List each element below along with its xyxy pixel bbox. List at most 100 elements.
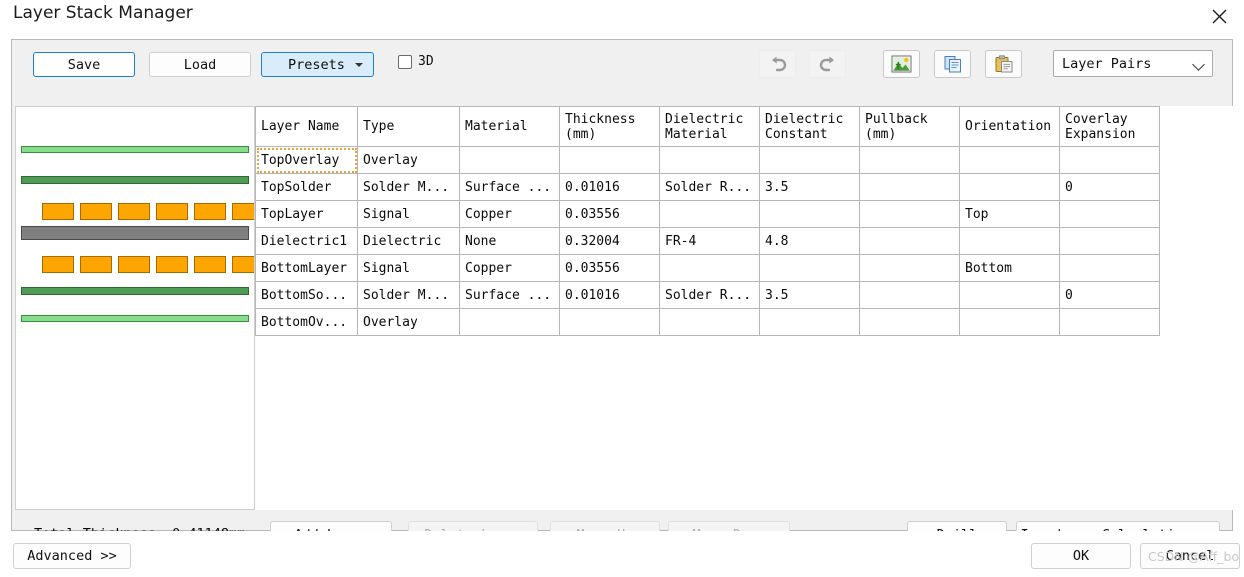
- close-icon[interactable]: [1200, 2, 1238, 30]
- cell-pullback[interactable]: [859, 200, 960, 228]
- ok-button[interactable]: OK: [1031, 543, 1131, 569]
- cell-coverlay-expansion[interactable]: 0: [1059, 173, 1160, 201]
- cell-thickness[interactable]: 0.01016: [559, 281, 660, 309]
- cell-layer-name[interactable]: TopLayer: [255, 200, 358, 228]
- paste-button[interactable]: [985, 50, 1022, 78]
- cell-pullback[interactable]: [859, 173, 960, 201]
- preview-pad-bottom: [156, 256, 188, 273]
- redo-button[interactable]: [809, 50, 846, 78]
- cell-layer-name[interactable]: Dielectric1: [255, 227, 358, 255]
- undo-button[interactable]: [759, 50, 796, 78]
- col-header-layer-name[interactable]: Layer Name: [255, 106, 358, 147]
- cell-layer-name[interactable]: TopSolder: [255, 173, 358, 201]
- table-row[interactable]: TopLayer Signal Copper 0.03556 Top: [255, 200, 1160, 228]
- cell-coverlay-expansion[interactable]: [1059, 200, 1160, 228]
- cell-dielectric-constant[interactable]: [759, 254, 860, 282]
- view-mode-dropdown[interactable]: Layer Pairs: [1053, 50, 1213, 77]
- cell-coverlay-expansion[interactable]: [1059, 254, 1160, 282]
- table-row[interactable]: TopSolder Solder M... Surface ... 0.0101…: [255, 173, 1160, 201]
- cell-material[interactable]: [459, 146, 560, 174]
- preview-pad-top: [232, 203, 254, 220]
- col-header-pullback[interactable]: Pullback (mm): [859, 106, 960, 147]
- cell-dielectric-material[interactable]: Solder R...: [659, 173, 760, 201]
- cell-orientation[interactable]: [959, 227, 1060, 255]
- table-row[interactable]: BottomSo... Solder M... Surface ... 0.01…: [255, 281, 1160, 309]
- cell-orientation[interactable]: [959, 173, 1060, 201]
- layer-stack-table[interactable]: Layer Name Type Material Thickness (mm) …: [255, 106, 1160, 336]
- table-row[interactable]: Dielectric1 Dielectric None 0.32004 FR-4…: [255, 227, 1160, 255]
- col-header-orientation[interactable]: Orientation: [959, 106, 1060, 147]
- cell-layer-name[interactable]: TopOverlay: [255, 146, 358, 174]
- cell-dielectric-constant[interactable]: 4.8: [759, 227, 860, 255]
- col-header-dielectric-material[interactable]: Dielectric Material: [659, 106, 760, 147]
- cell-pullback[interactable]: [859, 308, 960, 336]
- col-header-material[interactable]: Material: [459, 106, 560, 147]
- cell-orientation[interactable]: Bottom: [959, 254, 1060, 282]
- cell-thickness[interactable]: 0.03556: [559, 200, 660, 228]
- cell-dielectric-material[interactable]: [659, 146, 760, 174]
- cell-thickness[interactable]: 0.01016: [559, 173, 660, 201]
- cell-type[interactable]: Dielectric: [357, 227, 460, 255]
- presets-button[interactable]: Presets: [261, 52, 374, 77]
- cell-pullback[interactable]: [859, 227, 960, 255]
- table-row[interactable]: BottomOv... Overlay: [255, 308, 1160, 336]
- col-header-type[interactable]: Type: [357, 106, 460, 147]
- cell-thickness[interactable]: [559, 146, 660, 174]
- cell-dielectric-constant[interactable]: [759, 146, 860, 174]
- advanced-button[interactable]: Advanced >>: [13, 543, 131, 569]
- col-header-coverlay-expansion[interactable]: Coverlay Expansion: [1059, 106, 1160, 147]
- load-button[interactable]: Load: [149, 52, 251, 77]
- cell-orientation[interactable]: Top: [959, 200, 1060, 228]
- image-button[interactable]: [883, 50, 920, 78]
- cell-layer-name[interactable]: BottomSo...: [255, 281, 358, 309]
- cell-material[interactable]: [459, 308, 560, 336]
- cell-coverlay-expansion[interactable]: [1059, 146, 1160, 174]
- cell-thickness[interactable]: 0.03556: [559, 254, 660, 282]
- cell-dielectric-material[interactable]: [659, 200, 760, 228]
- 3d-checkbox[interactable]: 3D: [398, 54, 434, 69]
- cell-type[interactable]: Signal: [357, 200, 460, 228]
- cancel-button[interactable]: Cancel: [1140, 543, 1240, 569]
- cell-type[interactable]: Solder M...: [357, 281, 460, 309]
- cell-pullback[interactable]: [859, 281, 960, 309]
- cell-pullback[interactable]: [859, 254, 960, 282]
- save-button[interactable]: Save: [33, 52, 135, 77]
- cell-type[interactable]: Overlay: [357, 146, 460, 174]
- cell-coverlay-expansion[interactable]: [1059, 227, 1160, 255]
- stackup-preview[interactable]: [15, 106, 255, 510]
- cell-dielectric-constant[interactable]: [759, 200, 860, 228]
- cell-layer-name[interactable]: BottomOv...: [255, 308, 358, 336]
- cell-dielectric-material[interactable]: [659, 254, 760, 282]
- cell-thickness[interactable]: [559, 308, 660, 336]
- cell-type[interactable]: Overlay: [357, 308, 460, 336]
- cell-dielectric-constant[interactable]: 3.5: [759, 173, 860, 201]
- cell-type[interactable]: Signal: [357, 254, 460, 282]
- table-header-row: Layer Name Type Material Thickness (mm) …: [255, 106, 1160, 147]
- cell-dielectric-material[interactable]: FR-4: [659, 227, 760, 255]
- 3d-checkbox-label: 3D: [418, 54, 434, 69]
- cell-material[interactable]: None: [459, 227, 560, 255]
- cell-dielectric-constant[interactable]: [759, 308, 860, 336]
- cell-material[interactable]: Surface ...: [459, 173, 560, 201]
- col-header-dielectric-constant[interactable]: Dielectric Constant: [759, 106, 860, 147]
- cell-dielectric-material[interactable]: [659, 308, 760, 336]
- cell-dielectric-constant[interactable]: 3.5: [759, 281, 860, 309]
- cell-type[interactable]: Solder M...: [357, 173, 460, 201]
- table-row[interactable]: TopOverlay Overlay: [255, 146, 1160, 174]
- cell-thickness[interactable]: 0.32004: [559, 227, 660, 255]
- cell-coverlay-expansion[interactable]: 0: [1059, 281, 1160, 309]
- cell-material[interactable]: Surface ...: [459, 281, 560, 309]
- cell-orientation[interactable]: [959, 308, 1060, 336]
- copy-button[interactable]: [934, 50, 971, 78]
- cell-orientation[interactable]: [959, 281, 1060, 309]
- cell-coverlay-expansion[interactable]: [1059, 308, 1160, 336]
- cell-material[interactable]: Copper: [459, 200, 560, 228]
- cell-dielectric-material[interactable]: Solder R...: [659, 281, 760, 309]
- cell-orientation[interactable]: [959, 146, 1060, 174]
- cell-layer-name[interactable]: BottomLayer: [255, 254, 358, 282]
- checkbox-box-icon: [398, 54, 412, 69]
- cell-pullback[interactable]: [859, 146, 960, 174]
- cell-material[interactable]: Copper: [459, 254, 560, 282]
- table-row[interactable]: BottomLayer Signal Copper 0.03556 Bottom: [255, 254, 1160, 282]
- col-header-thickness[interactable]: Thickness (mm): [559, 106, 660, 147]
